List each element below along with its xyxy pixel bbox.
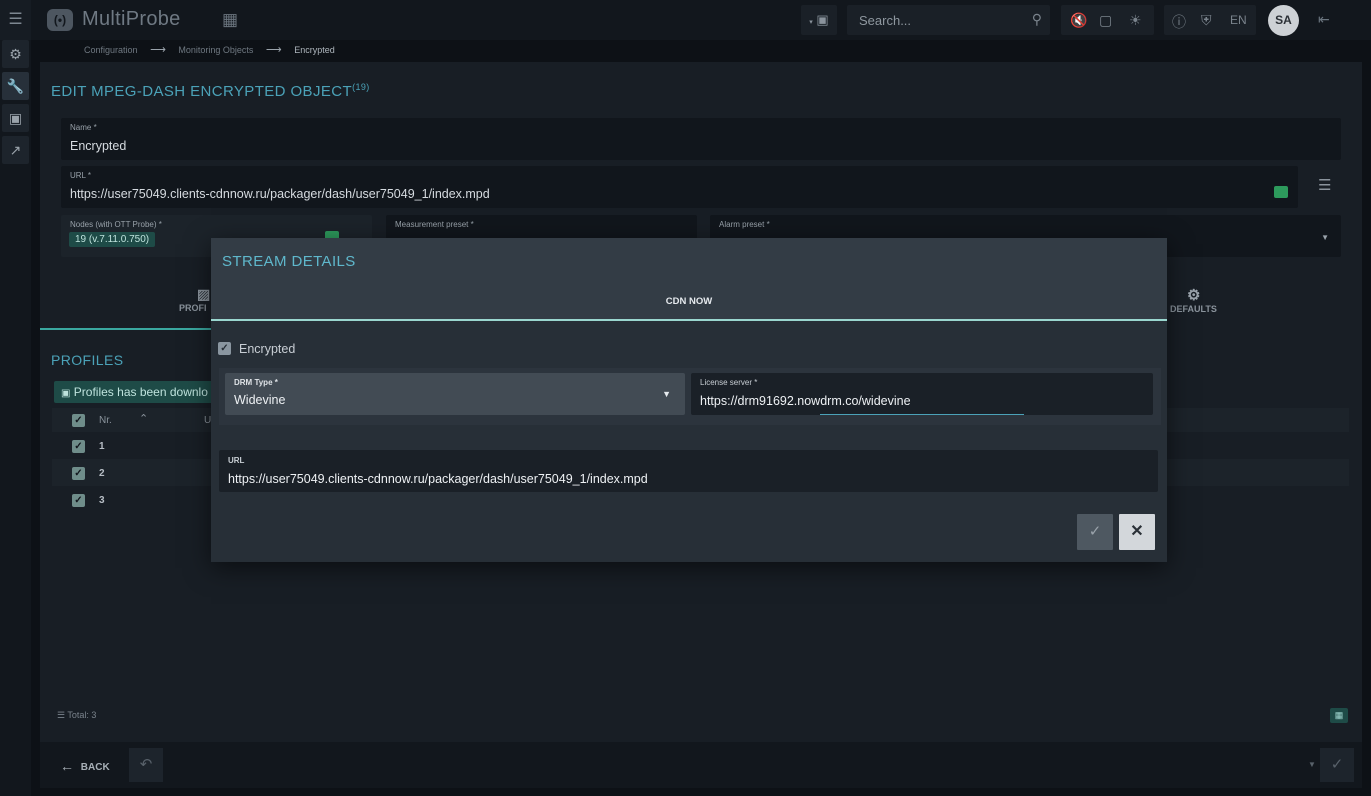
- chevron-down-icon: ▼: [1321, 233, 1329, 242]
- stream-details-dialog: STREAM DETAILS CDN NOW ✓ Encrypted DRM T…: [211, 238, 1167, 562]
- license-server-label: License server *: [700, 378, 758, 387]
- tune-settings-icon[interactable]: ☰: [1318, 176, 1331, 194]
- monitor-icon: ▣: [61, 388, 71, 399]
- search-icon[interactable]: ⚲: [1032, 11, 1042, 28]
- row-checkbox[interactable]: ✓: [72, 440, 85, 453]
- menu-icon[interactable]: ☰: [0, 0, 31, 40]
- dialog-header: STREAM DETAILS CDN NOW: [211, 238, 1167, 320]
- tab-defaults[interactable]: ⚙ DEFAULTS: [1170, 286, 1217, 314]
- license-server-input[interactable]: [700, 392, 1140, 410]
- arrow-right-icon: ⟶: [150, 44, 166, 56]
- row-number: 1: [99, 441, 105, 452]
- save-options-caret[interactable]: ▼: [1306, 748, 1318, 782]
- breadcrumb-configuration[interactable]: Configuration: [84, 45, 138, 55]
- row-checkbox[interactable]: ✓: [72, 494, 85, 507]
- nodes-label: Nodes (with OTT Probe) *: [70, 220, 162, 229]
- alert-toggles: 🔇 ▢ ☀: [1061, 5, 1154, 35]
- link-status-icon[interactable]: [1274, 186, 1288, 198]
- help-icon[interactable]: ⓘ: [1172, 12, 1186, 32]
- table-settings-icon[interactable]: ▦: [1330, 708, 1348, 723]
- measurement-preset-label: Measurement preset *: [395, 220, 474, 229]
- tab-profiles[interactable]: ▨ PROFI: [179, 286, 210, 313]
- url-label: URL *: [70, 171, 92, 180]
- wrench-icon[interactable]: 🔧: [2, 72, 29, 100]
- confirm-button[interactable]: ✓: [1077, 514, 1113, 550]
- bookmark-button[interactable]: ▾ ▣: [801, 5, 837, 35]
- car-icon: ▨: [197, 286, 211, 302]
- gear-icon: ⚙: [1187, 287, 1201, 304]
- sort-asc-icon[interactable]: ⌃: [139, 412, 148, 425]
- node-chip[interactable]: 19 (v.7.11.0.750): [69, 232, 156, 247]
- theme-sun-icon[interactable]: ☀: [1129, 12, 1142, 29]
- profiles-title: PROFILES: [51, 352, 124, 368]
- active-tab-indicator: [40, 328, 211, 330]
- encrypted-label: Encrypted: [239, 342, 296, 356]
- sidebar: ⚙ 🔧 ▣ ↗: [0, 40, 31, 796]
- close-button[interactable]: ✕: [1119, 514, 1155, 550]
- page-title: EDIT MPEG-DASH ENCRYPTED OBJECT(19): [51, 82, 370, 100]
- url-field[interactable]: URL * https://user75049.clients-cdnnow.r…: [61, 166, 1298, 208]
- encrypted-checkbox[interactable]: ✓: [218, 342, 231, 355]
- license-server-field: License server *: [691, 373, 1153, 415]
- dropdown-caret-icon: ▾: [809, 19, 813, 26]
- chevron-down-icon: ▼: [662, 389, 671, 399]
- name-value: Encrypted: [70, 139, 127, 153]
- search-box: ⚲: [847, 5, 1050, 35]
- row-number: 2: [99, 468, 105, 479]
- save-button[interactable]: ✓: [1320, 748, 1354, 782]
- breadcrumb-current: Encrypted: [294, 45, 335, 55]
- active-tab-indicator: [211, 319, 1167, 321]
- logout-icon[interactable]: ⇤: [1318, 11, 1330, 28]
- sound-off-icon[interactable]: 🔇: [1070, 12, 1087, 29]
- arrow-left-icon: ←: [60, 758, 74, 774]
- stream-url-value: https://user75049.clients-cdnnow.ru/pack…: [228, 472, 648, 486]
- back-button[interactable]: ← BACK: [60, 758, 110, 774]
- select-all-checkbox[interactable]: ✓: [72, 414, 85, 427]
- settings-gear-icon[interactable]: ⚙: [2, 40, 29, 68]
- url-value: https://user75049.clients-cdnnow.ru/pack…: [70, 187, 490, 201]
- bottom-bar: [40, 742, 1362, 788]
- breadcrumb-monitoring-objects[interactable]: Monitoring Objects: [178, 45, 253, 55]
- profiles-status-banner: ▣ Profiles has been downlo: [54, 381, 211, 403]
- title-count: (19): [352, 82, 370, 92]
- app-name: MultiProbe: [82, 8, 181, 30]
- notifications-off-icon[interactable]: ▢: [1099, 12, 1112, 29]
- stream-url-field[interactable]: URL https://user75049.clients-cdnnow.ru/…: [219, 450, 1158, 492]
- undo-button[interactable]: ↶: [129, 748, 163, 782]
- row-number: 3: [99, 495, 105, 506]
- name-label: Name *: [70, 123, 97, 132]
- help-tools: ⓘ ⛨ EN: [1164, 5, 1256, 35]
- dialog-title: STREAM DETAILS: [222, 253, 356, 270]
- logo-mark: (•): [47, 9, 73, 31]
- arrow-right-icon: ⟶: [265, 44, 282, 56]
- input-focus-underline: [820, 414, 1024, 415]
- list-icon: ☰: [57, 710, 66, 720]
- alarm-preset-label: Alarm preset *: [719, 220, 770, 229]
- dashboard-grid-icon[interactable]: ▦: [222, 10, 238, 30]
- column-nr[interactable]: Nr.: [99, 415, 112, 426]
- bookmark-icon: ▣: [816, 12, 829, 27]
- drm-type-value: Widevine: [234, 393, 286, 407]
- row-checkbox[interactable]: ✓: [72, 467, 85, 480]
- drm-type-label: DRM Type *: [234, 378, 278, 387]
- user-avatar[interactable]: SA: [1268, 5, 1299, 36]
- chart-icon[interactable]: ↗: [2, 136, 29, 164]
- total-count: ☰ Total: 3: [57, 710, 97, 720]
- drm-type-select[interactable]: DRM Type * Widevine ▼: [225, 373, 685, 415]
- breadcrumb: Configuration ⟶ Monitoring Objects ⟶ Enc…: [84, 43, 345, 56]
- monitor-icon[interactable]: ▣: [2, 104, 29, 132]
- stream-url-label: URL: [228, 456, 245, 465]
- search-input[interactable]: [847, 5, 1017, 35]
- name-field[interactable]: Name * Encrypted: [61, 118, 1341, 160]
- shield-icon[interactable]: ⛨: [1201, 12, 1212, 29]
- tab-cdn-now[interactable]: CDN NOW: [211, 290, 1167, 320]
- top-bar: ☰ (•) MultiProbe ▦ ▾ ▣ ⚲ 🔇 ▢ ☀ ⓘ ⛨ EN SA…: [0, 0, 1371, 40]
- language-selector[interactable]: EN: [1230, 13, 1247, 27]
